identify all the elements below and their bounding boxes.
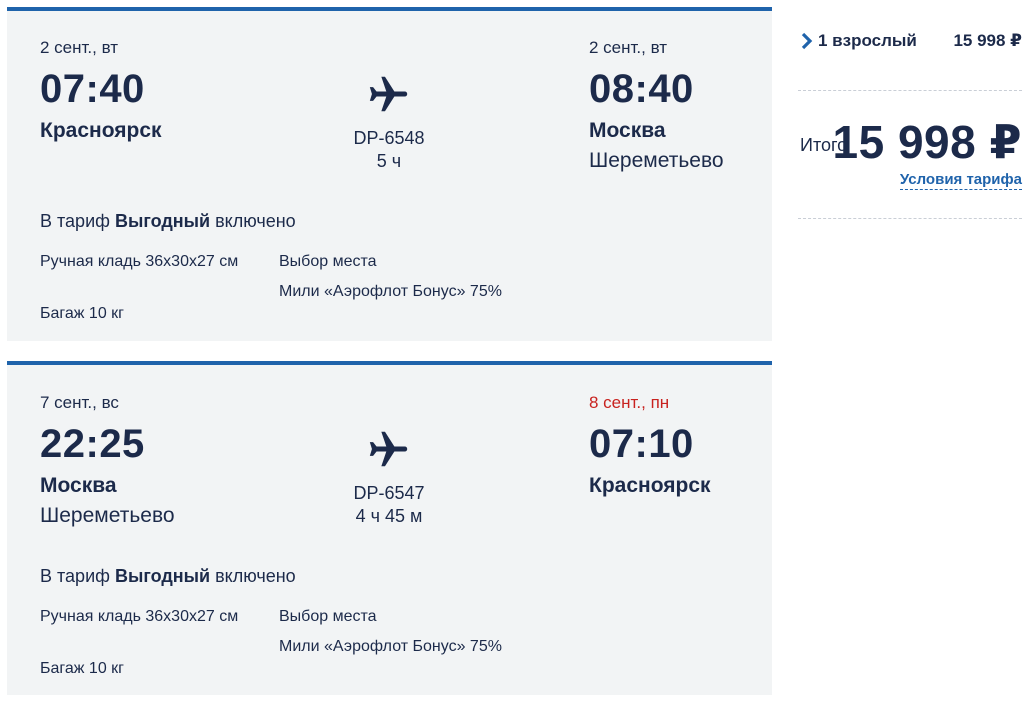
passenger-count-toggle[interactable]: 1 взрослый: [818, 31, 917, 51]
arrival-time: 08:40: [589, 67, 694, 111]
feature-hand-luggage: Ручная кладь 36х30х27 см: [40, 253, 239, 270]
feature-seat-selection: Выбор места: [279, 253, 377, 270]
flight-number: DP-6547: [353, 483, 425, 503]
feature-bonus-miles: Мили «Аэрофлот Бонус» 75%: [279, 638, 502, 655]
total-price: 15 998 ₽: [832, 116, 1022, 168]
return-flight-card: 7 сент., вс 22:25 Москва Шереметьево DP-…: [7, 361, 772, 695]
tariff-conditions-link[interactable]: Условия тарифа: [899, 171, 1022, 190]
passenger-price: 15 998 ₽: [953, 31, 1022, 50]
arrival-time: 07:10: [589, 422, 694, 466]
tariff-suffix: включено: [215, 211, 296, 231]
feature-seat-selection: Выбор места: [279, 608, 377, 625]
departure-city: Москва: [40, 474, 117, 497]
arrival-airport: Шереметьево: [589, 149, 724, 172]
chevron-right-icon[interactable]: [800, 32, 814, 50]
departure-city: Красноярск: [40, 119, 162, 142]
airplane-icon: [366, 71, 412, 117]
feature-bonus-miles: Мили «Аэрофлот Бонус» 75%: [279, 283, 502, 300]
arrival-date: 8 сент., пн: [589, 393, 670, 412]
feature-baggage: Багаж 10 кг: [40, 660, 125, 677]
departure-airport: Шереметьево: [40, 504, 175, 527]
tariff-prefix: В тариф: [40, 566, 110, 586]
tariff-included-line: В тариф Выгодный включено: [40, 566, 296, 587]
outbound-flight-card: 2 сент., вт 07:40 Красноярск DP-6548 5 ч…: [7, 7, 772, 341]
arrival-city: Москва: [589, 119, 666, 142]
airplane-icon: [366, 426, 412, 472]
flight-number: DP-6548: [353, 128, 425, 148]
departure-date: 2 сент., вт: [40, 38, 119, 57]
flight-duration: 5 ч: [376, 151, 402, 171]
flight-duration: 4 ч 45 м: [355, 506, 423, 526]
arrival-city: Красноярск: [589, 474, 711, 497]
feature-hand-luggage: Ручная кладь 36х30х27 см: [40, 608, 239, 625]
tariff-name: Выгодный: [114, 566, 211, 586]
departure-date: 7 сент., вс: [40, 393, 119, 412]
feature-baggage: Багаж 10 кг: [40, 305, 125, 322]
departure-time: 22:25: [40, 422, 145, 466]
divider: [798, 90, 1022, 91]
arrival-date: 2 сент., вт: [589, 38, 668, 57]
tariff-suffix: включено: [215, 566, 296, 586]
tariff-included-line: В тариф Выгодный включено: [40, 211, 296, 232]
divider: [798, 218, 1022, 219]
tariff-name: Выгодный: [114, 211, 211, 231]
tariff-prefix: В тариф: [40, 211, 110, 231]
departure-time: 07:40: [40, 67, 145, 111]
